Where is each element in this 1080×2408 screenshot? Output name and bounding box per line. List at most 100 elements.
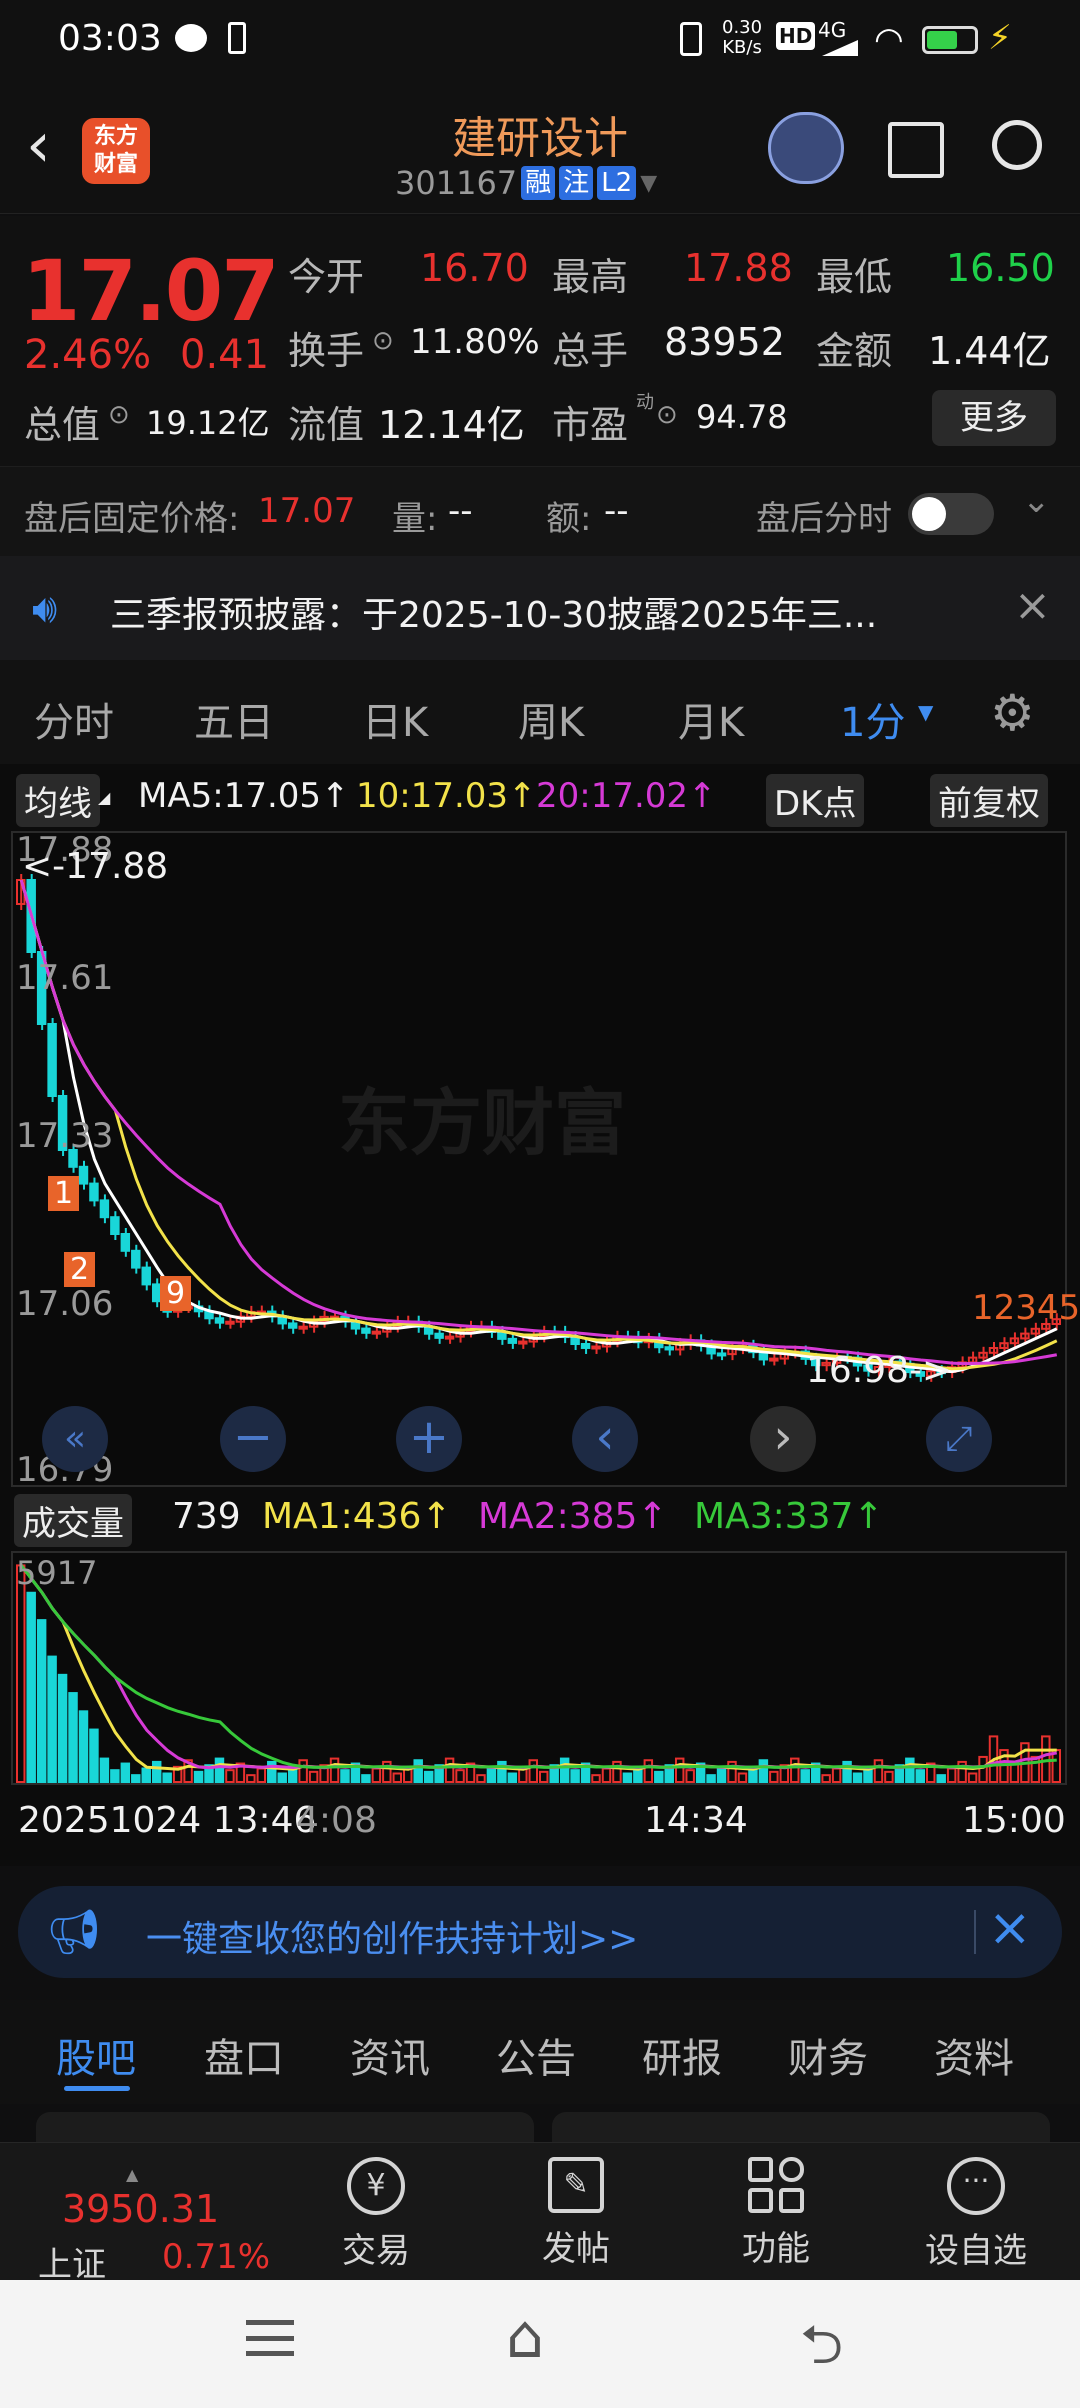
dk-point-button[interactable]: DK点 (766, 774, 865, 827)
chevron-down-icon: ▼ (918, 700, 934, 724)
pan-right-icon[interactable]: › (750, 1406, 816, 1472)
volume-selector[interactable]: 成交量 (14, 1494, 132, 1547)
candle-body (361, 1327, 371, 1334)
candle-body (444, 1335, 455, 1340)
tab-guba-underline (64, 2086, 130, 2091)
tab-week-k[interactable]: 周K (518, 690, 584, 748)
robot-assistant-icon[interactable] (768, 112, 844, 184)
tab-month-k[interactable]: 月K (678, 690, 744, 748)
candle-body (298, 1325, 308, 1330)
volume-bar (559, 1757, 570, 1784)
candle-body (141, 1266, 151, 1286)
kline-chart[interactable]: 均线 ◢ MA5:17.05↑ 10:17.03↑ 20:17.02↑ DK点 … (0, 764, 1080, 1866)
index-ticker[interactable]: ▲ 3950.31 上证 0.71% (38, 2165, 278, 2285)
price-tick: 17.33 (16, 1116, 114, 1156)
vol-ma1: MA1:436↑ (262, 1496, 452, 1537)
volume-label: 总手 (552, 329, 629, 373)
volume-bar (193, 1770, 204, 1784)
after-hours-price: 17.07 (258, 491, 356, 531)
tab-order-book[interactable]: 盘口 (204, 2026, 284, 2084)
volume-bar (47, 1655, 57, 1783)
volume-bar (423, 1770, 434, 1784)
volume-bar (36, 1619, 47, 1784)
info-icon: ⊙ (656, 400, 678, 430)
volume-bar (89, 1728, 99, 1783)
close-icon[interactable]: × (988, 1898, 1032, 1958)
search-icon[interactable] (992, 120, 1042, 170)
volume-bar (68, 1692, 78, 1783)
post-button[interactable]: ✎ 发帖 (476, 2157, 676, 2270)
zoom-in-icon[interactable]: + (396, 1406, 462, 1472)
ma-selector[interactable]: 均线 (16, 774, 100, 827)
price-tick: 17.61 (16, 958, 114, 998)
chevron-down-icon[interactable]: ⌄ (1022, 481, 1051, 521)
share-icon[interactable] (888, 122, 944, 178)
pe-label: 市盈 (552, 403, 629, 447)
index-value: 3950.31 (62, 2187, 220, 2231)
float-value: 12.14亿 (378, 403, 525, 447)
adjust-button[interactable]: 前复权 (930, 774, 1048, 827)
zoom-out-icon[interactable]: − (220, 1406, 286, 1472)
back-nav-icon[interactable]: ⮌ (800, 2306, 843, 2398)
tab-five-day[interactable]: 五日 (194, 690, 274, 748)
tab-research[interactable]: 研报 (642, 2026, 722, 2084)
volume-current: 739 (172, 1496, 241, 1537)
turnover-value: 11.80% (410, 322, 540, 362)
functions-button[interactable]: 功能 (676, 2157, 876, 2270)
volume-bar (622, 1772, 633, 1783)
caret-up-icon: ▲ (126, 2165, 139, 2184)
menu-icon[interactable] (246, 2320, 294, 2356)
tab-profile[interactable]: 资料 (934, 2026, 1014, 2084)
after-hours-toggle[interactable] (908, 493, 994, 535)
stock-code-row[interactable]: 301167 融 注 L2 ▼ (395, 164, 657, 202)
high-label: 最高 (552, 255, 629, 299)
trade-button[interactable]: ¥ 交易 (276, 2157, 476, 2272)
net-speed-value: 0.30 (722, 17, 763, 38)
volume-bar (758, 1759, 769, 1783)
pe-value: 94.78 (696, 398, 788, 436)
tab-one-minute[interactable]: 1分 (840, 690, 905, 748)
tab-day-k[interactable]: 日K (362, 690, 428, 748)
dk-marker: 2 (64, 1252, 96, 1287)
charging-icon: ⚡ (988, 18, 1012, 58)
zoom-left-fast-icon[interactable]: « (42, 1406, 108, 1472)
status-time: 03:03 (58, 18, 162, 59)
after-hours-chart-label: 盘后分时 (756, 499, 892, 539)
volume-bar (361, 1774, 371, 1784)
volume-plot (11, 1551, 1067, 1785)
yen-icon: ¥ (347, 2157, 405, 2215)
more-button[interactable]: 更多 (932, 390, 1056, 446)
pan-left-icon[interactable]: ‹ (572, 1406, 638, 1472)
after-hours-row: 盘后固定价格: 17.07 量: -- 额: -- 盘后分时 ⌄ (0, 466, 1080, 556)
price-tick: 17.06 (16, 1284, 114, 1324)
promo-banner[interactable]: 📢︎ 一键查收您的创作扶持计划>> × (18, 1886, 1062, 1978)
vol-ma2: MA2:385↑ (478, 1496, 668, 1537)
gear-icon[interactable]: ⚙ (990, 684, 1035, 742)
fullscreen-icon[interactable]: ⤢ (926, 1406, 992, 1472)
close-icon[interactable]: × (1014, 580, 1051, 631)
candle-body (225, 1320, 235, 1325)
stock-code: 301167 (395, 164, 518, 202)
tab-intraday[interactable]: 分时 (34, 690, 114, 748)
volume-bar (852, 1772, 863, 1783)
volume-bar (570, 1769, 580, 1784)
mktcap-label: 总值 (24, 403, 101, 447)
volume-bar (915, 1769, 926, 1784)
change-abs: 0.41 (180, 332, 270, 378)
tab-announcements[interactable]: 公告 (496, 2026, 576, 2084)
add-watchlist-button[interactable]: ··· 设自选 (876, 2157, 1076, 2272)
after-hours-vol: -- (448, 491, 473, 531)
tab-news[interactable]: 资讯 (350, 2026, 430, 2084)
last-price: 17.07 (22, 242, 280, 340)
low-value: 16.50 (946, 246, 1055, 290)
after-hours-amt: -- (604, 491, 629, 531)
notice-bar[interactable]: 🔊︎ 三季报预披露：于2025-10-30披露2025年三... × (0, 556, 1080, 660)
after-hours-amt-label: 额: (546, 499, 592, 539)
volume-bar (141, 1767, 151, 1783)
home-icon[interactable]: ⌂ (506, 2302, 544, 2372)
notice-text: 三季报预披露：于2025-10-30披露2025年三... (110, 595, 878, 636)
volume-bar (151, 1760, 162, 1784)
tab-guba[interactable]: 股吧 (56, 2026, 136, 2084)
tab-finance[interactable]: 财务 (788, 2026, 868, 2084)
index-name: 上证 (38, 2245, 106, 2285)
